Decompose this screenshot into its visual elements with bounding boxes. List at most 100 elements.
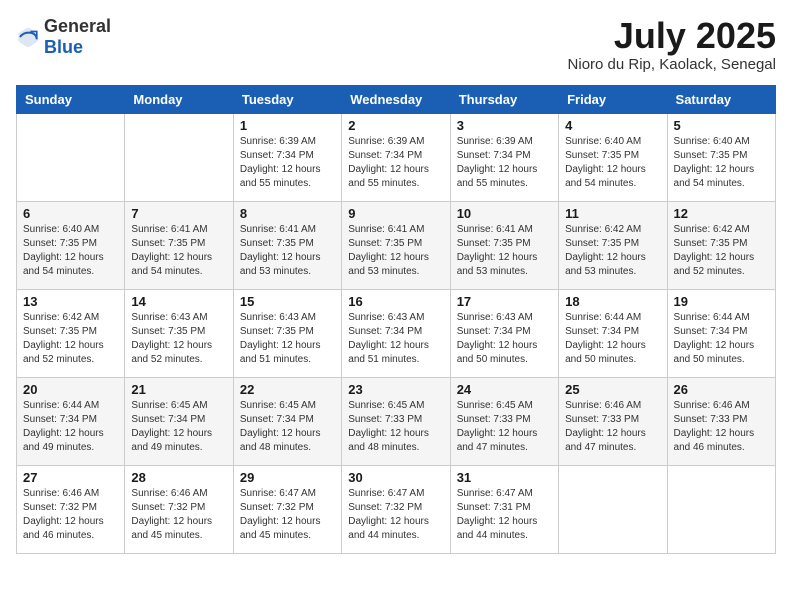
day-number: 7 bbox=[131, 206, 226, 221]
calendar-cell: 27 Sunrise: 6:46 AM Sunset: 7:32 PM Dayli… bbox=[17, 465, 125, 553]
logo-general-text: General bbox=[44, 16, 111, 36]
calendar-cell: 28Sunrise: 6:46 AM Sunset: 7:32 PM Dayli… bbox=[125, 465, 233, 553]
calendar-header-wednesday: Wednesday bbox=[342, 85, 450, 113]
calendar-cell: 16 Sunrise: 6:43 AM Sunset: 7:34 PM Dayli… bbox=[342, 289, 450, 377]
day-number: 4 bbox=[565, 118, 660, 133]
day-number: 25 bbox=[565, 382, 660, 397]
day-number: 5 bbox=[674, 118, 769, 133]
day-number: 10 bbox=[457, 206, 552, 221]
calendar-cell: 8 Sunrise: 6:41 AM Sunset: 7:35 PM Daylig… bbox=[233, 201, 341, 289]
day-number: 17 bbox=[457, 294, 552, 309]
day-number: 31 bbox=[457, 470, 552, 485]
day-info: Sunrise: 6:39 AM Sunset: 7:34 PM Dayligh… bbox=[348, 135, 443, 191]
day-number: 29 bbox=[240, 470, 335, 485]
day-number: 15 bbox=[240, 294, 335, 309]
day-number: 8 bbox=[240, 206, 335, 221]
calendar-cell: 9 Sunrise: 6:41 AM Sunset: 7:35 PM Daylig… bbox=[342, 201, 450, 289]
calendar-cell: 2 Sunrise: 6:39 AM Sunset: 7:34 PM Daylig… bbox=[342, 113, 450, 201]
day-number: 21 bbox=[131, 382, 226, 397]
calendar-cell: 10 Sunrise: 6:41 AM Sunset: 7:35 PM Dayli… bbox=[450, 201, 558, 289]
day-info: Sunrise: 6:46 AM Sunset: 7:32 PM Dayligh… bbox=[131, 487, 226, 543]
day-number: 30 bbox=[348, 470, 443, 485]
calendar-cell: 22 Sunrise: 6:45 AM Sunset: 7:34 PM Dayli… bbox=[233, 377, 341, 465]
day-number: 2 bbox=[348, 118, 443, 133]
calendar-header-saturday: Saturday bbox=[667, 85, 775, 113]
calendar-cell: 14Sunrise: 6:43 AM Sunset: 7:35 PM Dayli… bbox=[125, 289, 233, 377]
calendar-header-thursday: Thursday bbox=[450, 85, 558, 113]
week-row-4: 20 Sunrise: 6:44 AM Sunset: 7:34 PM Dayli… bbox=[17, 377, 776, 465]
week-row-5: 27 Sunrise: 6:46 AM Sunset: 7:32 PM Dayli… bbox=[17, 465, 776, 553]
day-number: 22 bbox=[240, 382, 335, 397]
day-number: 19 bbox=[674, 294, 769, 309]
day-number: 16 bbox=[348, 294, 443, 309]
calendar-cell: 24 Sunrise: 6:45 AM Sunset: 7:33 PM Dayli… bbox=[450, 377, 558, 465]
day-info: Sunrise: 6:44 AM Sunset: 7:34 PM Dayligh… bbox=[23, 399, 118, 455]
day-number: 9 bbox=[348, 206, 443, 221]
day-info: Sunrise: 6:45 AM Sunset: 7:33 PM Dayligh… bbox=[457, 399, 552, 455]
day-info: Sunrise: 6:47 AM Sunset: 7:32 PM Dayligh… bbox=[348, 487, 443, 543]
day-info: Sunrise: 6:40 AM Sunset: 7:35 PM Dayligh… bbox=[674, 135, 769, 191]
calendar-cell: 6 Sunrise: 6:40 AM Sunset: 7:35 PM Daylig… bbox=[17, 201, 125, 289]
day-number: 18 bbox=[565, 294, 660, 309]
calendar-cell: 18Sunrise: 6:44 AM Sunset: 7:34 PM Dayli… bbox=[559, 289, 667, 377]
title-area: July 2025 Nioro du Rip, Kaolack, Senegal bbox=[568, 16, 776, 73]
calendar-cell bbox=[125, 113, 233, 201]
day-info: Sunrise: 6:41 AM Sunset: 7:35 PM Dayligh… bbox=[131, 223, 226, 279]
day-info: Sunrise: 6:42 AM Sunset: 7:35 PM Dayligh… bbox=[565, 223, 660, 279]
day-number: 24 bbox=[457, 382, 552, 397]
calendar-cell: 17 Sunrise: 6:43 AM Sunset: 7:34 PM Dayli… bbox=[450, 289, 558, 377]
day-info: Sunrise: 6:46 AM Sunset: 7:33 PM Dayligh… bbox=[565, 399, 660, 455]
logo: General Blue bbox=[16, 16, 111, 58]
day-info: Sunrise: 6:41 AM Sunset: 7:35 PM Dayligh… bbox=[348, 223, 443, 279]
day-number: 6 bbox=[23, 206, 118, 221]
day-info: Sunrise: 6:43 AM Sunset: 7:34 PM Dayligh… bbox=[348, 311, 443, 367]
calendar-cell: 29 Sunrise: 6:47 AM Sunset: 7:32 PM Dayli… bbox=[233, 465, 341, 553]
location-title: Nioro du Rip, Kaolack, Senegal bbox=[568, 56, 776, 73]
calendar-header-friday: Friday bbox=[559, 85, 667, 113]
week-row-3: 13 Sunrise: 6:42 AM Sunset: 7:35 PM Dayli… bbox=[17, 289, 776, 377]
day-info: Sunrise: 6:43 AM Sunset: 7:35 PM Dayligh… bbox=[240, 311, 335, 367]
day-info: Sunrise: 6:42 AM Sunset: 7:35 PM Dayligh… bbox=[23, 311, 118, 367]
calendar-header-monday: Monday bbox=[125, 85, 233, 113]
calendar-header-row: SundayMondayTuesdayWednesdayThursdayFrid… bbox=[17, 85, 776, 113]
day-info: Sunrise: 6:45 AM Sunset: 7:34 PM Dayligh… bbox=[240, 399, 335, 455]
calendar-cell: 25 Sunrise: 6:46 AM Sunset: 7:33 PM Dayli… bbox=[559, 377, 667, 465]
calendar-cell: 5 Sunrise: 6:40 AM Sunset: 7:35 PM Daylig… bbox=[667, 113, 775, 201]
day-number: 1 bbox=[240, 118, 335, 133]
calendar-cell: 11 Sunrise: 6:42 AM Sunset: 7:35 PM Dayli… bbox=[559, 201, 667, 289]
calendar-cell: 26Sunrise: 6:46 AM Sunset: 7:33 PM Dayli… bbox=[667, 377, 775, 465]
calendar-table: SundayMondayTuesdayWednesdayThursdayFrid… bbox=[16, 85, 776, 554]
week-row-2: 6 Sunrise: 6:40 AM Sunset: 7:35 PM Daylig… bbox=[17, 201, 776, 289]
day-number: 3 bbox=[457, 118, 552, 133]
calendar-header-tuesday: Tuesday bbox=[233, 85, 341, 113]
calendar-cell: 3 Sunrise: 6:39 AM Sunset: 7:34 PM Daylig… bbox=[450, 113, 558, 201]
calendar-cell bbox=[17, 113, 125, 201]
day-number: 26 bbox=[674, 382, 769, 397]
day-number: 20 bbox=[23, 382, 118, 397]
day-info: Sunrise: 6:46 AM Sunset: 7:32 PM Dayligh… bbox=[23, 487, 118, 543]
logo-icon bbox=[16, 25, 40, 49]
day-info: Sunrise: 6:44 AM Sunset: 7:34 PM Dayligh… bbox=[674, 311, 769, 367]
day-number: 14 bbox=[131, 294, 226, 309]
day-number: 11 bbox=[565, 206, 660, 221]
day-info: Sunrise: 6:42 AM Sunset: 7:35 PM Dayligh… bbox=[674, 223, 769, 279]
day-info: Sunrise: 6:43 AM Sunset: 7:34 PM Dayligh… bbox=[457, 311, 552, 367]
day-info: Sunrise: 6:41 AM Sunset: 7:35 PM Dayligh… bbox=[240, 223, 335, 279]
calendar-cell bbox=[667, 465, 775, 553]
day-number: 13 bbox=[23, 294, 118, 309]
day-info: Sunrise: 6:39 AM Sunset: 7:34 PM Dayligh… bbox=[457, 135, 552, 191]
day-info: Sunrise: 6:41 AM Sunset: 7:35 PM Dayligh… bbox=[457, 223, 552, 279]
logo-blue-text: Blue bbox=[44, 37, 83, 57]
calendar-cell: 23Sunrise: 6:45 AM Sunset: 7:33 PM Dayli… bbox=[342, 377, 450, 465]
day-info: Sunrise: 6:47 AM Sunset: 7:32 PM Dayligh… bbox=[240, 487, 335, 543]
week-row-1: 1 Sunrise: 6:39 AM Sunset: 7:34 PM Daylig… bbox=[17, 113, 776, 201]
day-info: Sunrise: 6:40 AM Sunset: 7:35 PM Dayligh… bbox=[565, 135, 660, 191]
month-title: July 2025 bbox=[568, 16, 776, 56]
day-number: 27 bbox=[23, 470, 118, 485]
calendar-cell: 1Sunrise: 6:39 AM Sunset: 7:34 PM Daylig… bbox=[233, 113, 341, 201]
calendar-cell bbox=[559, 465, 667, 553]
day-number: 23 bbox=[348, 382, 443, 397]
calendar-cell: 19 Sunrise: 6:44 AM Sunset: 7:34 PM Dayli… bbox=[667, 289, 775, 377]
calendar-cell: 7 Sunrise: 6:41 AM Sunset: 7:35 PM Daylig… bbox=[125, 201, 233, 289]
day-info: Sunrise: 6:40 AM Sunset: 7:35 PM Dayligh… bbox=[23, 223, 118, 279]
